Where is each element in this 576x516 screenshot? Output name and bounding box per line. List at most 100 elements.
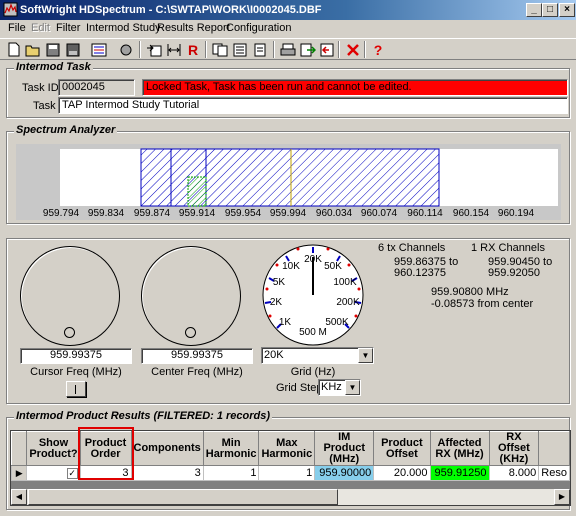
dial-label: 10K [282, 261, 300, 272]
col-components[interactable]: Components [130, 431, 204, 466]
copy-icon[interactable] [210, 40, 230, 59]
from-center: -0.08573 from center [431, 298, 534, 310]
menu-configuration[interactable]: Configuration [226, 22, 291, 34]
menu-bar: File Edit Filter Intermod Study Results … [0, 20, 576, 38]
cell-affected-rx[interactable]: 959.91250 [429, 465, 490, 481]
rx-channels: 1 RX Channels [471, 242, 545, 254]
import-icon[interactable] [144, 40, 164, 59]
grid-step-label: Grid Step [276, 382, 323, 394]
tick-label: 960.114 [407, 208, 443, 219]
cursor-button[interactable] [66, 381, 86, 397]
export-icon[interactable] [298, 40, 318, 59]
dial-knob-icon [185, 327, 196, 338]
tick-label: 959.954 [225, 208, 262, 219]
col-product-offset[interactable]: Product Offset [373, 431, 431, 466]
spectrum-display[interactable]: 959.794 959.834 959.874 959.914 959.954 … [16, 144, 561, 220]
new-icon[interactable] [4, 40, 24, 59]
close-window-button[interactable]: × [559, 3, 575, 17]
dial-label: 50K [324, 261, 342, 272]
menu-file[interactable]: File [8, 22, 26, 34]
help-icon[interactable]: ? [368, 40, 388, 59]
minimize-button[interactable]: _ [526, 3, 542, 17]
results-title: Intermod Product Results (FILTERED: 1 re… [14, 410, 273, 422]
horizontal-scrollbar[interactable]: ◀ ▶ [11, 489, 570, 505]
task-label: Task [33, 100, 56, 112]
menu-edit[interactable]: Edit [31, 22, 50, 34]
grid-step-select[interactable]: KHz ▼ [318, 379, 361, 396]
intermod-task-title: Intermod Task [14, 61, 93, 73]
cursor-freq-dial[interactable] [20, 246, 120, 346]
cell-rx-offset[interactable]: 8.000 [488, 465, 540, 481]
col-affected-rx[interactable]: Affected RX (MHz) [429, 431, 490, 466]
grid-select-value: 20K [264, 349, 284, 361]
locked-task-message: Locked Task, Task has been run and canno… [142, 79, 568, 96]
cell-show-product[interactable]: ✓ [26, 465, 81, 481]
menu-filter[interactable]: Filter [56, 22, 80, 34]
menu-intermod-study[interactable]: Intermod Study [86, 22, 161, 34]
maximize-button[interactable]: □ [542, 3, 558, 17]
scroll-right-icon[interactable]: ▶ [554, 489, 570, 505]
center-freq-dial[interactable] [141, 246, 241, 346]
window-title: SoftWright HDSpectrum - C:\SWTAP\WORK\I0… [20, 4, 322, 16]
r-icon[interactable]: R [183, 40, 203, 59]
dial-label: 1K [279, 317, 292, 328]
title-bar: SoftWright HDSpectrum - C:\SWTAP\WORK\I0… [0, 0, 576, 20]
dial-label: 100K [333, 277, 357, 288]
chevron-down-icon[interactable]: ▼ [345, 380, 360, 395]
col-extra[interactable] [538, 431, 570, 466]
toolbar: R ? [0, 38, 576, 60]
tick-label: 959.914 [179, 208, 216, 219]
col-show-product[interactable]: Show Product? [26, 431, 81, 466]
grid-select[interactable]: 20K ▼ [261, 347, 374, 364]
cell-min-harmonic[interactable]: 1 [202, 465, 260, 481]
report-icon[interactable] [230, 40, 250, 59]
cell-extra[interactable]: Reso [538, 465, 570, 481]
list-icon[interactable] [89, 40, 109, 59]
dial-label: 500K [325, 317, 349, 328]
tick-label: 960.154 [453, 208, 490, 219]
cursor-freq-field[interactable]: 959.99375 [20, 348, 132, 364]
menu-results-report[interactable]: Results Report [157, 22, 230, 34]
spectrum-ticks: 959.794 959.834 959.874 959.914 959.954 … [43, 208, 535, 219]
tick-label: 960.194 [498, 208, 535, 219]
show-product-checkbox[interactable]: ✓ [66, 468, 78, 479]
tools-icon[interactable] [116, 40, 136, 59]
dial-label: 200K [336, 297, 360, 308]
center-freq-label: Center Freq (MHz) [151, 366, 243, 378]
open-icon[interactable] [23, 40, 43, 59]
scroll-left-icon[interactable]: ◀ [11, 489, 27, 505]
task-name-field[interactable]: TAP Intermod Study Tutorial [58, 97, 568, 114]
dial-label: 20K [304, 254, 322, 265]
cell-product-offset[interactable]: 20.000 [373, 465, 431, 481]
tx-range-to: 960.12375 [394, 267, 446, 279]
dial-label: 500 M [299, 327, 327, 338]
col-im-product[interactable]: IM Product (MHz) [314, 431, 375, 466]
scroll-thumb[interactable] [28, 489, 338, 505]
dial-label: 2K [270, 297, 283, 308]
freq-mhz: 959.90800 MHz [431, 286, 509, 298]
col-rx-offset[interactable]: RX Offset (KHz) [488, 431, 540, 466]
print-icon[interactable] [278, 40, 298, 59]
task-id-field[interactable]: 0002045 [58, 79, 135, 96]
tx-channels: 6 tx Channels [378, 242, 446, 254]
dial-label: 5K [273, 277, 286, 288]
grid-dial[interactable]: 20K 50K 100K 200K 500K 500 M 1K 2K 5K 10… [261, 243, 365, 347]
page-icon[interactable] [250, 40, 270, 59]
tick-label: 960.034 [316, 208, 353, 219]
product-order-highlight [78, 427, 134, 480]
exit-icon[interactable] [318, 40, 338, 59]
cell-max-harmonic[interactable]: 1 [258, 465, 316, 481]
col-min-harmonic[interactable]: Min Harmonic [202, 431, 260, 466]
spectrum-analyzer-title: Spectrum Analyzer [14, 124, 118, 136]
chevron-down-icon[interactable]: ▼ [358, 348, 373, 363]
col-max-harmonic[interactable]: Max Harmonic [258, 431, 316, 466]
cell-components[interactable]: 3 [130, 465, 204, 481]
save-as-icon[interactable] [63, 40, 83, 59]
row-indicator-header [11, 431, 28, 466]
app-icon [3, 2, 18, 17]
save-icon[interactable] [43, 40, 63, 59]
center-freq-field[interactable]: 959.99375 [141, 348, 253, 364]
cell-im-product[interactable]: 959.90000 [314, 465, 375, 481]
bandwidth-icon[interactable] [164, 40, 184, 59]
close-icon[interactable] [343, 40, 363, 59]
